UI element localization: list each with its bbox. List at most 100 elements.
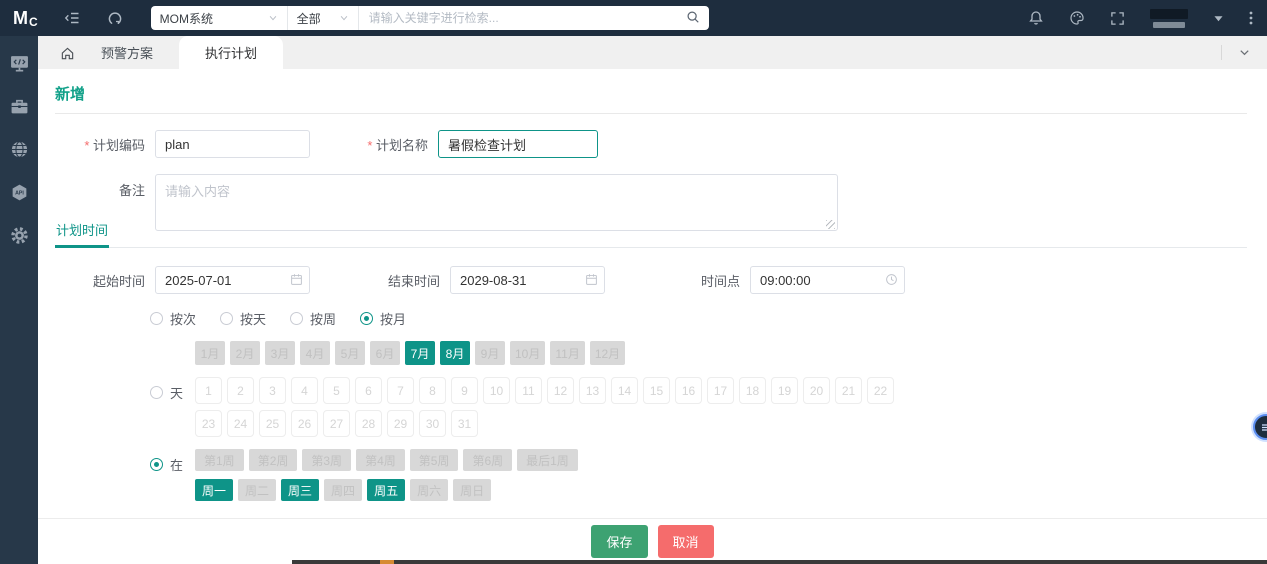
weekday-button[interactable]: 周六 (410, 479, 449, 501)
day-button[interactable]: 2 (227, 377, 254, 404)
day-button[interactable]: 4 (291, 377, 318, 404)
day-button[interactable]: 17 (707, 377, 734, 404)
system-select[interactable]: MOM系统 (151, 6, 287, 30)
day-button[interactable]: 31 (451, 410, 478, 437)
week-mode-row: 在 第1周 第2周 第3周 第4周 第5周 第6周 最后1周 周一 周二 周三 周四 周五 周六 周日 (150, 449, 1247, 501)
day-button[interactable]: 1 (195, 377, 222, 404)
day-button[interactable]: 19 (771, 377, 798, 404)
start-date-picker[interactable]: 2025-07-01 (155, 266, 310, 294)
day-button[interactable]: 29 (387, 410, 414, 437)
month-button[interactable]: 3月 (265, 341, 295, 365)
day-button[interactable]: 15 (643, 377, 670, 404)
day-button[interactable]: 23 (195, 410, 222, 437)
day-button[interactable]: 30 (419, 410, 446, 437)
bell-icon[interactable] (1028, 10, 1044, 26)
remark-textarea[interactable] (155, 174, 838, 231)
weekday-button[interactable]: 周日 (453, 479, 492, 501)
month-button[interactable]: 2月 (230, 341, 260, 365)
briefcase-icon[interactable] (7, 94, 31, 118)
collapse-menu-icon[interactable] (64, 10, 80, 26)
tab-alert-plan[interactable]: 预警方案 (75, 36, 179, 69)
theme-palette-icon[interactable] (1069, 10, 1085, 26)
week-button[interactable]: 第5周 (409, 449, 459, 471)
day-button[interactable]: 9 (451, 377, 478, 404)
month-button[interactable]: 1月 (195, 341, 225, 365)
day-button[interactable]: 7 (387, 377, 414, 404)
week-button[interactable]: 第2周 (248, 449, 298, 471)
radio-by-day[interactable]: 按天 (220, 309, 266, 328)
plan-name-input[interactable] (438, 130, 598, 158)
form-footer: 保存 取消 (38, 518, 1267, 564)
month-button[interactable]: 4月 (300, 341, 330, 365)
radio-by-week[interactable]: 按周 (290, 309, 336, 328)
day-button[interactable]: 10 (483, 377, 510, 404)
radio-by-times[interactable]: 按次 (150, 309, 196, 328)
day-button[interactable]: 21 (835, 377, 862, 404)
search-input[interactable] (358, 11, 686, 25)
day-button[interactable]: 28 (355, 410, 382, 437)
day-button[interactable]: 16 (675, 377, 702, 404)
form-row-basic: 计划编码 计划名称 (55, 130, 1247, 158)
week-button[interactable]: 第4周 (356, 449, 405, 471)
refresh-icon[interactable] (107, 10, 123, 26)
day-button[interactable]: 8 (419, 377, 446, 404)
day-button[interactable]: 6 (355, 377, 382, 404)
gear-icon[interactable] (7, 223, 31, 247)
radio-day-of-month[interactable]: 天 (150, 383, 195, 402)
scope-select-value: 全部 (296, 11, 321, 26)
user-avatar[interactable] (1150, 8, 1188, 28)
fullscreen-icon[interactable] (1110, 11, 1125, 26)
weekday-button[interactable]: 周一 (195, 479, 234, 501)
end-date-value: 2029-08-31 (450, 266, 605, 294)
month-button[interactable]: 12月 (589, 341, 626, 365)
time-point-picker[interactable]: 09:00:00 (750, 266, 905, 294)
day-button[interactable]: 11 (515, 377, 542, 404)
month-button[interactable]: 6月 (370, 341, 400, 365)
day-button[interactable]: 27 (323, 410, 350, 437)
day-button[interactable]: 3 (259, 377, 286, 404)
radio-label: 按次 (170, 312, 197, 327)
radio-by-month[interactable]: 按月 (360, 309, 406, 328)
globe-icon[interactable] (7, 137, 31, 161)
day-button[interactable]: 18 (739, 377, 766, 404)
monitor-code-icon[interactable] (7, 51, 31, 75)
tab-plan-time[interactable]: 计划时间 (55, 216, 110, 248)
radio-on-week[interactable]: 在 (150, 455, 195, 474)
save-button[interactable]: 保存 (591, 525, 648, 558)
day-button[interactable]: 26 (291, 410, 318, 437)
day-button[interactable]: 24 (227, 410, 254, 437)
day-button[interactable]: 12 (547, 377, 574, 404)
month-button[interactable]: 7月 (405, 341, 435, 365)
day-button[interactable]: 22 (867, 377, 894, 404)
tab-execution-plan[interactable]: 执行计划 (179, 36, 284, 69)
day-button[interactable]: 5 (323, 377, 350, 404)
chevron-down-icon (340, 16, 347, 21)
home-icon[interactable] (60, 46, 75, 61)
month-button[interactable]: 10月 (510, 341, 546, 365)
weekday-button[interactable]: 周五 (367, 479, 406, 501)
day-button[interactable]: 14 (611, 377, 638, 404)
plan-code-input[interactable] (155, 130, 310, 158)
month-button[interactable]: 8月 (440, 341, 470, 365)
week-button[interactable]: 第3周 (302, 449, 352, 471)
day-button[interactable]: 20 (803, 377, 830, 404)
weekday-button[interactable]: 周三 (281, 479, 320, 501)
tabbar-chevron-down-icon[interactable] (1222, 46, 1267, 59)
week-button[interactable]: 第1周 (195, 449, 244, 471)
weekday-button[interactable]: 周四 (324, 479, 363, 501)
more-kebab-icon[interactable] (1249, 10, 1253, 26)
day-button[interactable]: 25 (259, 410, 286, 437)
week-button[interactable]: 最后1周 (517, 449, 578, 471)
search-icon[interactable] (686, 10, 700, 27)
cancel-button[interactable]: 取消 (657, 525, 714, 558)
scope-select[interactable]: 全部 (288, 6, 358, 30)
month-button[interactable]: 11月 (550, 341, 585, 365)
day-button[interactable]: 13 (579, 377, 606, 404)
week-button[interactable]: 第6周 (463, 449, 513, 471)
end-date-picker[interactable]: 2029-08-31 (450, 266, 605, 294)
api-icon[interactable]: API (7, 180, 31, 204)
weekday-button[interactable]: 周二 (238, 479, 277, 501)
month-button[interactable]: 5月 (335, 341, 365, 365)
month-button[interactable]: 9月 (475, 341, 505, 365)
user-caret-down-icon[interactable] (1213, 14, 1224, 23)
